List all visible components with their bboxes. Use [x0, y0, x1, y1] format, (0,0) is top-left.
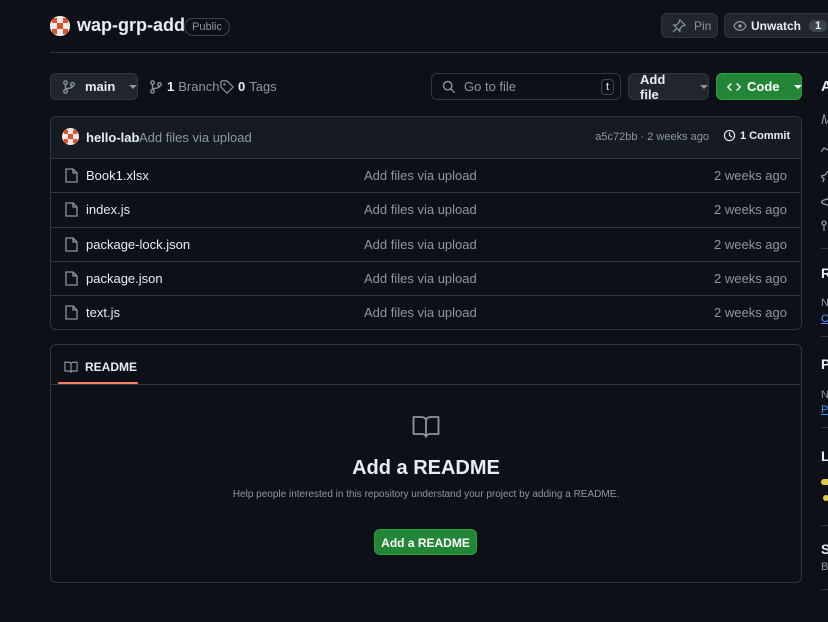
sidebar-divider: [821, 589, 828, 590]
tag-icon: [220, 79, 234, 94]
add-file-button[interactable]: Add file: [628, 71, 709, 102]
pin-label: Pin: [694, 18, 712, 33]
search-icon: [442, 80, 456, 94]
chevron-down-icon: [700, 83, 708, 91]
header-divider: [50, 52, 828, 53]
sidebar-divider: [821, 427, 828, 428]
sidebar-suggested-text: B: [821, 561, 828, 573]
table-row[interactable]: index.js Add files via upload 2 weeks ag…: [51, 192, 801, 226]
file-name[interactable]: package-lock.json: [86, 237, 190, 252]
branch-selector[interactable]: main: [50, 73, 138, 100]
fork-icon: [821, 220, 828, 232]
commits-link[interactable]: 1 Commit: [723, 129, 790, 142]
file-name[interactable]: text.js: [86, 305, 120, 320]
file-commit-message[interactable]: Add files via upload: [364, 305, 477, 320]
book-icon: [64, 361, 78, 374]
branch-name: main: [85, 79, 116, 94]
sidebar-languages-heading: L: [821, 448, 828, 464]
file-icon: [65, 168, 78, 183]
sidebar-divider: [821, 525, 828, 526]
activity-icon: [821, 144, 828, 156]
sidebar-releases-link[interactable]: C: [821, 313, 828, 325]
sidebar-packages-link[interactable]: P: [821, 404, 828, 416]
table-row[interactable]: Book1.xlsx Add files via upload 2 weeks …: [51, 158, 801, 192]
eye-icon: [733, 19, 747, 33]
file-icon: [65, 271, 78, 286]
commits-label: 1 Commit: [740, 129, 791, 142]
watch-count: 1: [809, 19, 828, 32]
commit-message[interactable]: Add files via upload: [139, 130, 252, 145]
tag-word: Tags: [249, 79, 277, 94]
tag-count: 0: [238, 79, 246, 94]
file-date: 2 weeks ago: [714, 168, 787, 183]
branch-word: Branch: [178, 79, 220, 94]
sidebar-packages-text: N: [821, 389, 828, 401]
chevron-down-icon: [793, 83, 802, 91]
visibility-badge: Public: [184, 18, 230, 36]
code-label: Code: [747, 79, 780, 94]
author-avatar[interactable]: [62, 128, 79, 145]
go-to-file-input[interactable]: Go to file t: [431, 73, 621, 100]
sidebar-suggested-heading: S: [821, 541, 828, 557]
file-commit-message[interactable]: Add files via upload: [364, 237, 477, 252]
unwatch-button[interactable]: Unwatch 1: [724, 13, 828, 38]
repo-avatar[interactable]: [50, 16, 70, 36]
add-readme-button[interactable]: Add a README: [374, 529, 477, 555]
repo-name[interactable]: wap-grp-add: [77, 15, 185, 36]
pin-icon: [672, 18, 686, 33]
pin-button[interactable]: Pin: [661, 13, 718, 38]
sidebar-releases-heading: R: [821, 265, 828, 281]
branches-link[interactable]: 1 Branch: [149, 79, 219, 94]
unwatch-label: Unwatch: [751, 18, 802, 33]
readme-tab[interactable]: README: [58, 350, 138, 384]
shortcut-key: t: [600, 79, 614, 95]
git-branch-icon: [62, 79, 76, 94]
branch-count: 1: [167, 79, 175, 94]
readme-description: Help people interested in this repositor…: [232, 489, 620, 500]
language-bar: [821, 479, 828, 485]
file-name[interactable]: index.js: [86, 202, 130, 217]
history-icon: [723, 129, 736, 142]
sidebar-description: M: [821, 111, 828, 127]
file-date: 2 weeks ago: [714, 271, 787, 286]
code-button[interactable]: Code: [716, 73, 802, 100]
file-icon: [65, 202, 78, 217]
commit-author[interactable]: hello-lab: [86, 130, 139, 145]
tags-link[interactable]: 0 Tags: [220, 79, 277, 94]
table-row[interactable]: package.json Add files via upload 2 week…: [51, 261, 801, 295]
file-date: 2 weeks ago: [714, 202, 787, 217]
chevron-down-icon: [129, 83, 138, 91]
table-row[interactable]: text.js Add files via upload 2 weeks ago: [51, 295, 801, 329]
file-date: 2 weeks ago: [714, 237, 787, 252]
search-placeholder: Go to file: [464, 79, 517, 94]
file-commit-message[interactable]: Add files via upload: [364, 271, 477, 286]
git-branch-icon: [149, 79, 163, 94]
commit-hash-time[interactable]: a5c72bb · 2 weeks ago: [595, 131, 709, 143]
language-dot: [823, 495, 828, 501]
file-name[interactable]: Book1.xlsx: [86, 168, 149, 183]
book-icon: [412, 415, 440, 439]
readme-heading: Add a README: [352, 457, 500, 479]
sidebar-releases-text: N: [821, 297, 828, 309]
sidebar-packages-heading: P: [821, 356, 828, 372]
file-date: 2 weeks ago: [714, 305, 787, 320]
file-name[interactable]: package.json: [86, 271, 163, 286]
add-file-label: Add file: [640, 71, 666, 102]
file-commit-message[interactable]: Add files via upload: [364, 202, 477, 217]
eye-icon: [821, 196, 828, 208]
file-commit-message[interactable]: Add files via upload: [364, 168, 477, 183]
file-icon: [65, 237, 78, 252]
sidebar-about-heading: A: [821, 78, 828, 95]
sidebar-divider: [821, 248, 828, 249]
table-row[interactable]: package-lock.json Add files via upload 2…: [51, 227, 801, 261]
readme-divider: [51, 384, 801, 385]
code-icon: [727, 80, 741, 94]
star-icon: [821, 170, 828, 182]
sidebar-divider: [821, 336, 828, 337]
file-icon: [65, 305, 78, 320]
readme-tab-label: README: [85, 360, 138, 374]
